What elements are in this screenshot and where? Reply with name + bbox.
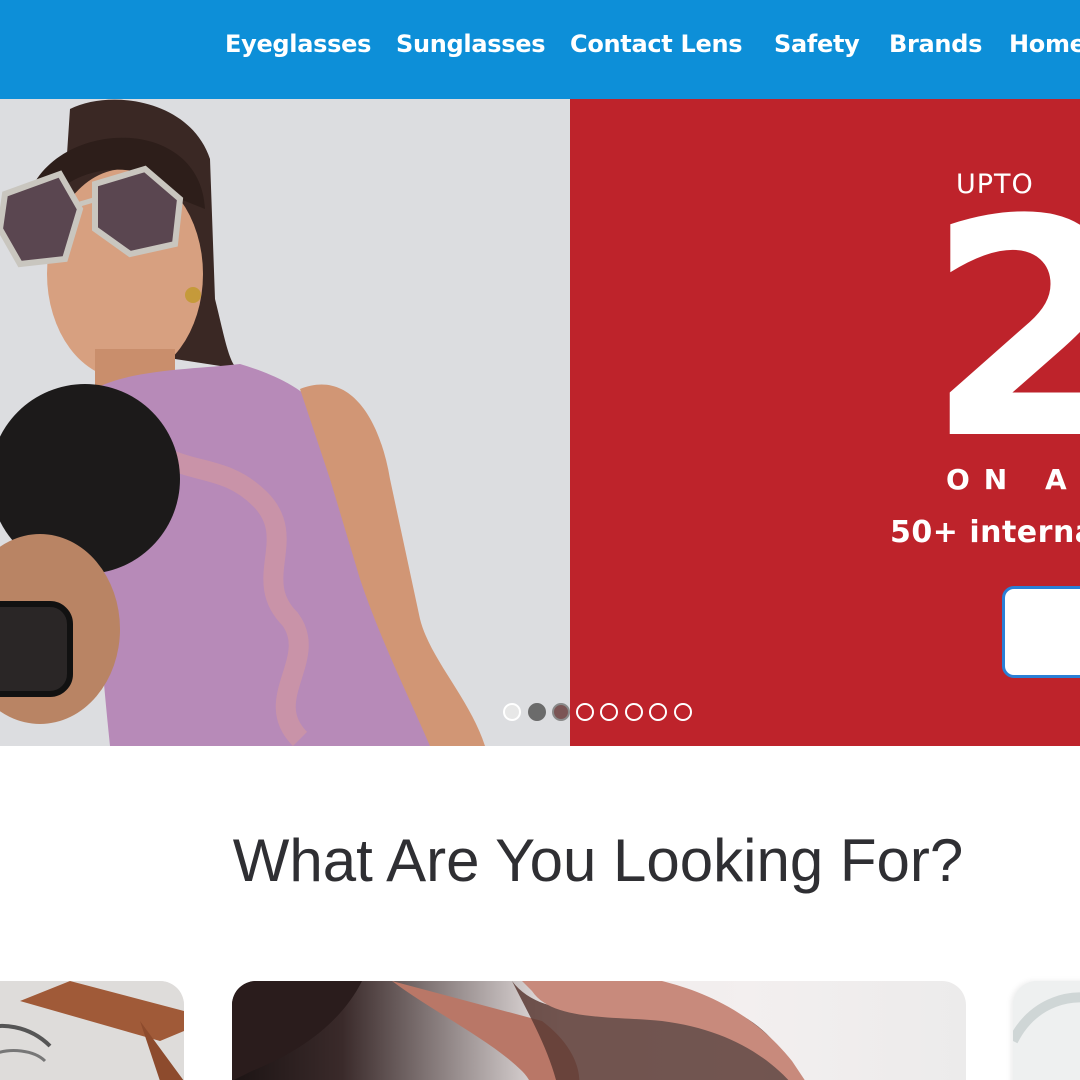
shop-now-button[interactable]: [1002, 586, 1080, 678]
category-card-sunglasses[interactable]: [232, 981, 966, 1080]
contact-lens-image: [1013, 981, 1080, 1080]
promo-brands-text: 50+ interna: [890, 515, 1080, 550]
carousel-dot-4[interactable]: [576, 703, 594, 721]
section-title: What Are You Looking For?: [232, 827, 964, 894]
top-navigation: Eyeglasses Sunglasses Contact Lens Safet…: [0, 0, 1080, 99]
promo-panel[interactable]: UPTO 2 ON A 50+ interna: [570, 99, 1080, 746]
nav-menu: Eyeglasses Sunglasses Contact Lens Safet…: [0, 0, 1080, 99]
carousel-dot-7[interactable]: [649, 703, 667, 721]
nav-item-eyeglasses[interactable]: Eyeglasses: [225, 30, 371, 58]
sunglasses-image: [232, 981, 805, 1080]
promo-on-all-text: ON A: [946, 463, 1080, 496]
eyeglasses-image: [0, 981, 184, 1080]
promo-discount-number: 2: [926, 156, 1080, 505]
carousel-dot-1[interactable]: [503, 703, 521, 721]
carousel-dot-8[interactable]: [674, 703, 692, 721]
nav-item-contact-lens[interactable]: Contact Lens: [570, 30, 743, 58]
hero-banner[interactable]: UPTO 2 ON A 50+ interna: [0, 99, 1080, 746]
carousel-dot-3[interactable]: [552, 703, 570, 721]
models-illustration: [0, 99, 485, 746]
hero-model-image: [0, 99, 570, 746]
category-card-eyeglasses[interactable]: [0, 981, 184, 1080]
category-card-contact-lens[interactable]: [1013, 981, 1080, 1080]
carousel-dot-5[interactable]: [600, 703, 618, 721]
nav-item-safety[interactable]: Safety: [774, 30, 860, 58]
carousel-dot-6[interactable]: [625, 703, 643, 721]
nav-item-sunglasses[interactable]: Sunglasses: [396, 30, 546, 58]
nav-item-home[interactable]: Home: [1009, 30, 1080, 58]
carousel-dot-2[interactable]: [528, 703, 546, 721]
nav-item-brands[interactable]: Brands: [889, 30, 982, 58]
